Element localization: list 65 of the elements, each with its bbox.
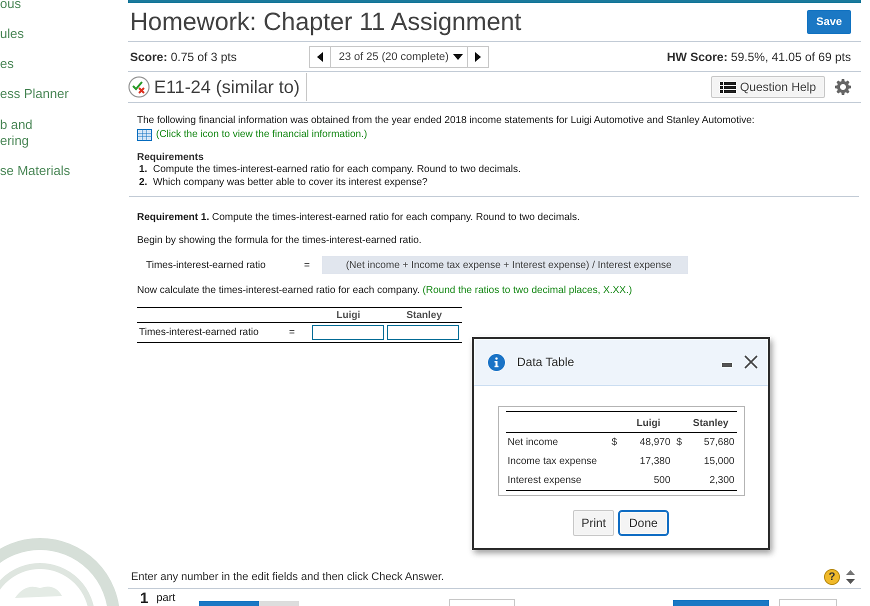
close-icon[interactable] — [744, 355, 758, 369]
row-label: Income tax expense — [508, 456, 597, 467]
question-picker[interactable]: 23 of 25 (20 complete) — [330, 46, 467, 68]
sidebar-link[interactable]: es — [0, 56, 128, 72]
currency-sign: $ — [612, 437, 618, 448]
done-button[interactable]: Done — [618, 510, 669, 536]
table-cell: 57,680 — [704, 437, 734, 448]
question-title: E11-24 (similar to) — [154, 76, 300, 98]
row-label: Interest expense — [508, 475, 582, 486]
instruction-text: Begin by showing the formula for the times-interest-earned ratio. — [137, 234, 423, 247]
formula-label: Times-interest-earned ratio — [146, 260, 267, 270]
requirement-text: Compute the times-interest-earned ratio for each company. Round to two decimals. — [153, 163, 521, 176]
column-header: Stanley — [692, 418, 728, 429]
column-header: Stanley — [405, 310, 443, 320]
instruction-text: Now calculate the times-interest-earned ratio for each company. (Round the ratios to two decimal places, X.XX.) — [137, 284, 634, 297]
table-cell: 17,380 — [640, 456, 670, 467]
requirement-text: Requirement 1. Compute the times-interest-earned ratio for each company. Round to two decimals. — [137, 211, 581, 224]
row-label: Net income — [508, 437, 558, 448]
score-text: Score: 0.75 of 3 pts — [130, 50, 237, 64]
partial-credit-icon — [128, 76, 150, 98]
equals-sign: = — [289, 327, 296, 338]
save-button[interactable]: Save — [807, 10, 851, 34]
equals-sign: = — [304, 260, 310, 270]
info-icon — [488, 354, 505, 370]
left-triangle-icon — [316, 52, 323, 62]
list-number: 2. — [139, 176, 148, 189]
requirement-text: Which company was better able to cover its interest expense? — [153, 176, 428, 189]
row-label: Times-interest-earned ratio — [138, 327, 260, 338]
print-button[interactable]: Print — [573, 510, 614, 536]
caret-icon — [452, 54, 463, 60]
financial-info-link[interactable]: (Click the icon to view the financial information.) — [156, 128, 368, 141]
scroll-arrows-icon[interactable] — [846, 569, 855, 585]
settings-icon[interactable] — [835, 79, 851, 95]
dialog-title: Data Table — [517, 355, 576, 369]
sidebar-link[interactable]: ules — [0, 26, 128, 42]
column-header: Luigi — [335, 310, 362, 320]
part-count: 1 — [140, 591, 148, 606]
list-number: 1. — [139, 163, 148, 176]
table-cell: 48,970 — [640, 437, 670, 448]
check-answer-button[interactable] — [673, 600, 770, 606]
answer-field[interactable] — [312, 325, 384, 340]
intro-text: The following financial information was obtained from the year ended 2018 income statements for Luigi Automotive and Stanley Automotive: — [137, 114, 756, 128]
answer-field[interactable] — [387, 325, 459, 340]
requirements-heading: Requirements — [137, 152, 205, 163]
column-header: Luigi — [636, 418, 660, 429]
previous-button[interactable] — [308, 46, 331, 68]
instruction-text: Enter any number in the edit fields and then click Check Answer. — [131, 571, 444, 583]
sidebar-link[interactable]: ous — [0, 0, 128, 12]
part-label: part — [156, 591, 176, 606]
sidebar-link[interactable]: ess Planner — [0, 86, 128, 102]
sidebar-link[interactable]: b and ering — [0, 117, 128, 149]
next-button[interactable] — [466, 46, 489, 68]
table-cell: 2,300 — [709, 475, 734, 486]
question-help-button[interactable]: Question Help — [710, 76, 825, 98]
formula-answer-field[interactable]: (Net income + Income tax expense + Interest expense) / Interest expense — [322, 256, 688, 274]
currency-sign: $ — [676, 437, 682, 448]
help-button[interactable]: ? — [824, 569, 840, 585]
table-cell: 15,000 — [704, 456, 734, 467]
page-title: Homework: Chapter 11 Assignment — [130, 8, 522, 36]
table-cell: 500 — [654, 475, 670, 486]
hw-score-text: HW Score: 59.5%, 41.05 of 69 pts — [666, 50, 851, 64]
sidebar-link[interactable]: se Materials — [0, 163, 128, 179]
right-triangle-icon — [474, 52, 481, 62]
list-icon — [720, 82, 736, 92]
table-grid-icon[interactable] — [137, 128, 152, 140]
